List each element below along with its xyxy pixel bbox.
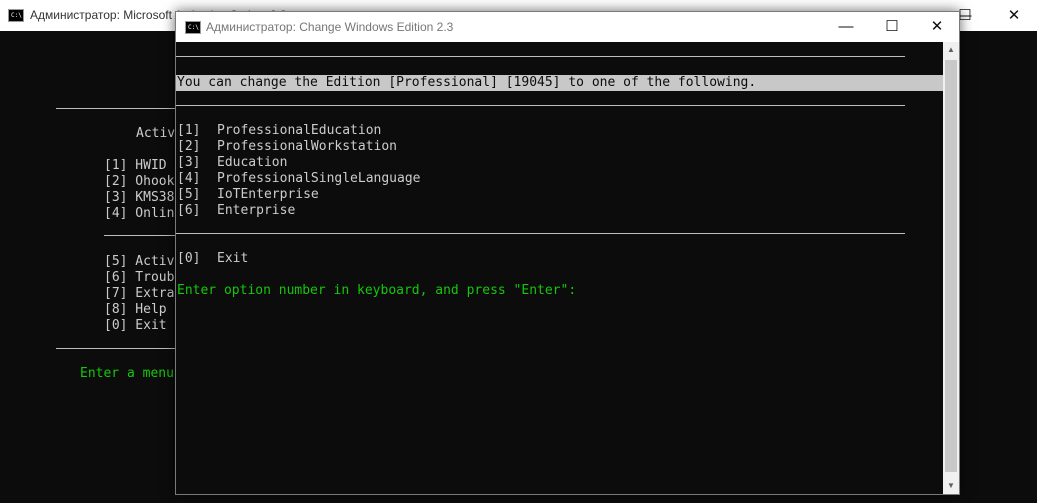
front-window-title: Администратор: Change Windows Edition 2.… (206, 20, 454, 34)
back-menu-item-3: [3] KMS38 (104, 190, 175, 205)
separator (176, 233, 905, 234)
front-close-button[interactable]: ✕ (914, 12, 960, 42)
option-key: [2] (177, 139, 201, 154)
front-console-body: You can change the Edition [Professional… (176, 42, 943, 494)
back-menu-item-8: [8] Help (104, 302, 167, 317)
console-icon: C:\ (185, 21, 201, 34)
front-maximize-button[interactable]: ☐ (869, 12, 915, 42)
back-menu-item-2: [2] Ohook (104, 174, 175, 189)
option-prompt[interactable]: Enter option number in keyboard, and pre… (177, 283, 576, 299)
back-menu-item-7: [7] Extra (104, 286, 175, 301)
console-icon: C:\ (8, 9, 24, 22)
option-label: ProfessionalSingleLanguage (217, 171, 421, 186)
separator (176, 56, 905, 57)
scroll-up-icon[interactable]: ▲ (943, 42, 959, 58)
back-menu-item-1: [1] HWID (104, 158, 167, 173)
edition-header: You can change the Edition [Professional… (176, 75, 943, 91)
separator (176, 105, 905, 106)
back-menu-item-4: [4] Onlin (104, 206, 175, 221)
back-menu-item-6: [6] Troub (104, 270, 175, 285)
front-window[interactable]: C:\ Администратор: Change Windows Editio… (175, 11, 960, 495)
scroll-down-icon[interactable]: ▼ (943, 478, 959, 494)
option-key: [3] (177, 155, 201, 170)
separator (104, 235, 176, 236)
back-close-button[interactable]: ✕ (991, 0, 1037, 31)
scroll-thumb[interactable] (945, 60, 957, 472)
separator (56, 348, 176, 349)
option-label: Education (217, 155, 288, 170)
back-prompt: Enter a menu (80, 366, 174, 381)
option-label: ProfessionalWorkstation (217, 139, 398, 154)
front-minimize-button[interactable]: — (823, 12, 869, 42)
back-menu-item-0: [0] Exit (104, 318, 167, 333)
back-menu-item-5: [5] Activ (104, 254, 175, 269)
option-key: [4] (177, 171, 201, 186)
option-label: IoTEnterprise (217, 187, 319, 202)
option-key: [5] (177, 187, 201, 202)
option-label: ProfessionalEducation (217, 123, 382, 138)
front-window-titlebar[interactable]: C:\ Администратор: Change Windows Editio… (176, 12, 959, 42)
option-label: Exit (217, 251, 249, 266)
option-key: [1] (177, 123, 201, 138)
separator (56, 108, 176, 109)
option-label: Enterprise (217, 203, 296, 218)
option-key: [6] (177, 203, 201, 218)
vertical-scrollbar[interactable]: ▲ ▼ (943, 42, 959, 494)
back-heading: Activ (136, 126, 176, 141)
option-key: [0] (177, 251, 201, 266)
